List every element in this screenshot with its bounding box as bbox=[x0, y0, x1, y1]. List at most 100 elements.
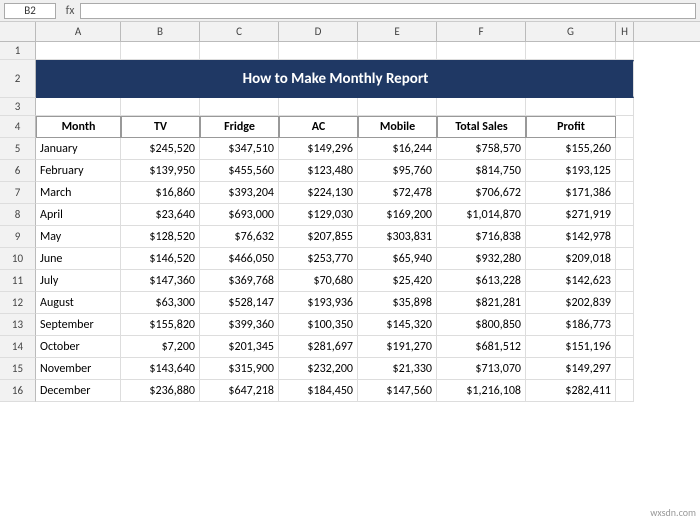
cell-month-10[interactable]: June bbox=[36, 248, 121, 270]
cell-total-sales-8[interactable]: $1,014,870 bbox=[437, 204, 526, 226]
cell-month-5[interactable]: January bbox=[36, 138, 121, 160]
col-header-A[interactable]: A bbox=[36, 22, 121, 41]
cell-profit-14[interactable]: $151,196 bbox=[526, 336, 616, 358]
cell-ac-15[interactable]: $232,200 bbox=[279, 358, 358, 380]
cell-tv-12[interactable]: $63,300 bbox=[121, 292, 200, 314]
cell-d3[interactable] bbox=[279, 98, 358, 116]
cell-fridge-5[interactable]: $347,510 bbox=[200, 138, 279, 160]
col-header-D[interactable]: D bbox=[279, 22, 358, 41]
cell-fridge-16[interactable]: $647,218 bbox=[200, 380, 279, 402]
cell-total-sales-9[interactable]: $716,838 bbox=[437, 226, 526, 248]
cell-month-9[interactable]: May bbox=[36, 226, 121, 248]
cell-tv-15[interactable]: $143,640 bbox=[121, 358, 200, 380]
cell-profit-11[interactable]: $142,623 bbox=[526, 270, 616, 292]
cell-mobile-12[interactable]: $35,898 bbox=[358, 292, 437, 314]
header-profit[interactable]: Profit bbox=[526, 116, 616, 138]
col-header-G[interactable]: G bbox=[526, 22, 616, 41]
cell-extra-13[interactable] bbox=[616, 314, 634, 336]
cell-profit-16[interactable]: $282,411 bbox=[526, 380, 616, 402]
cell-g3[interactable] bbox=[526, 98, 616, 116]
cell-mobile-14[interactable]: $191,270 bbox=[358, 336, 437, 358]
cell-extra-9[interactable] bbox=[616, 226, 634, 248]
cell-h3[interactable] bbox=[616, 98, 634, 116]
col-header-H[interactable]: H bbox=[616, 22, 634, 41]
header-ac[interactable]: AC bbox=[279, 116, 358, 138]
cell-g1[interactable] bbox=[526, 42, 616, 60]
cell-total-sales-5[interactable]: $758,570 bbox=[437, 138, 526, 160]
cell-extra-8[interactable] bbox=[616, 204, 634, 226]
cell-ac-7[interactable]: $224,130 bbox=[279, 182, 358, 204]
cell-month-15[interactable]: November bbox=[36, 358, 121, 380]
cell-profit-13[interactable]: $186,773 bbox=[526, 314, 616, 336]
cell-tv-13[interactable]: $155,820 bbox=[121, 314, 200, 336]
cell-c1[interactable] bbox=[200, 42, 279, 60]
cell-total-sales-15[interactable]: $713,070 bbox=[437, 358, 526, 380]
col-header-F[interactable]: F bbox=[437, 22, 526, 41]
cell-ac-10[interactable]: $253,770 bbox=[279, 248, 358, 270]
cell-d1[interactable] bbox=[279, 42, 358, 60]
cell-h1[interactable] bbox=[616, 42, 634, 60]
cell-e3[interactable] bbox=[358, 98, 437, 116]
cell-profit-7[interactable]: $171,386 bbox=[526, 182, 616, 204]
cell-ac-13[interactable]: $100,350 bbox=[279, 314, 358, 336]
cell-mobile-16[interactable]: $147,560 bbox=[358, 380, 437, 402]
cell-month-8[interactable]: April bbox=[36, 204, 121, 226]
cell-month-6[interactable]: February bbox=[36, 160, 121, 182]
cell-ac-6[interactable]: $123,480 bbox=[279, 160, 358, 182]
cell-extra-16[interactable] bbox=[616, 380, 634, 402]
cell-total-sales-16[interactable]: $1,216,108 bbox=[437, 380, 526, 402]
cell-total-sales-12[interactable]: $821,281 bbox=[437, 292, 526, 314]
cell-tv-5[interactable]: $245,520 bbox=[121, 138, 200, 160]
header-tv[interactable]: TV bbox=[121, 116, 200, 138]
cell-fridge-15[interactable]: $315,900 bbox=[200, 358, 279, 380]
cell-fridge-14[interactable]: $201,345 bbox=[200, 336, 279, 358]
cell-extra-12[interactable] bbox=[616, 292, 634, 314]
cell-fridge-7[interactable]: $393,204 bbox=[200, 182, 279, 204]
name-box[interactable]: B2 bbox=[4, 3, 56, 19]
cell-extra-7[interactable] bbox=[616, 182, 634, 204]
cell-ac-16[interactable]: $184,450 bbox=[279, 380, 358, 402]
cell-extra-5[interactable] bbox=[616, 138, 634, 160]
cell-tv-7[interactable]: $16,860 bbox=[121, 182, 200, 204]
cell-a3[interactable] bbox=[36, 98, 121, 116]
cell-extra-6[interactable] bbox=[616, 160, 634, 182]
cell-a1[interactable] bbox=[36, 42, 121, 60]
cell-mobile-11[interactable]: $25,420 bbox=[358, 270, 437, 292]
cell-total-sales-11[interactable]: $613,228 bbox=[437, 270, 526, 292]
cell-total-sales-14[interactable]: $681,512 bbox=[437, 336, 526, 358]
cell-tv-10[interactable]: $146,520 bbox=[121, 248, 200, 270]
header-fridge[interactable]: Fridge bbox=[200, 116, 279, 138]
cell-ac-9[interactable]: $207,855 bbox=[279, 226, 358, 248]
col-header-B[interactable]: B bbox=[121, 22, 200, 41]
cell-profit-15[interactable]: $149,297 bbox=[526, 358, 616, 380]
cell-profit-5[interactable]: $155,260 bbox=[526, 138, 616, 160]
cell-e1[interactable] bbox=[358, 42, 437, 60]
col-header-E[interactable]: E bbox=[358, 22, 437, 41]
cell-month-11[interactable]: July bbox=[36, 270, 121, 292]
cell-ac-5[interactable]: $149,296 bbox=[279, 138, 358, 160]
cell-tv-8[interactable]: $23,640 bbox=[121, 204, 200, 226]
cell-total-sales-6[interactable]: $814,750 bbox=[437, 160, 526, 182]
cell-month-13[interactable]: September bbox=[36, 314, 121, 336]
cell-mobile-7[interactable]: $72,478 bbox=[358, 182, 437, 204]
cell-mobile-6[interactable]: $95,760 bbox=[358, 160, 437, 182]
cell-ac-14[interactable]: $281,697 bbox=[279, 336, 358, 358]
cell-extra-14[interactable] bbox=[616, 336, 634, 358]
cell-ac-8[interactable]: $129,030 bbox=[279, 204, 358, 226]
cell-fridge-6[interactable]: $455,560 bbox=[200, 160, 279, 182]
cell-c3[interactable] bbox=[200, 98, 279, 116]
cell-tv-11[interactable]: $147,360 bbox=[121, 270, 200, 292]
cell-profit-9[interactable]: $142,978 bbox=[526, 226, 616, 248]
cell-extra-15[interactable] bbox=[616, 358, 634, 380]
cell-profit-12[interactable]: $202,839 bbox=[526, 292, 616, 314]
cell-profit-6[interactable]: $193,125 bbox=[526, 160, 616, 182]
cell-b3[interactable] bbox=[121, 98, 200, 116]
cell-f3[interactable] bbox=[437, 98, 526, 116]
formula-bar[interactable] bbox=[80, 3, 696, 19]
cell-f1[interactable] bbox=[437, 42, 526, 60]
cell-ac-11[interactable]: $70,680 bbox=[279, 270, 358, 292]
cell-total-sales-10[interactable]: $932,280 bbox=[437, 248, 526, 270]
cell-fridge-13[interactable]: $399,360 bbox=[200, 314, 279, 336]
header-mobile[interactable]: Mobile bbox=[358, 116, 437, 138]
cell-total-sales-7[interactable]: $706,672 bbox=[437, 182, 526, 204]
